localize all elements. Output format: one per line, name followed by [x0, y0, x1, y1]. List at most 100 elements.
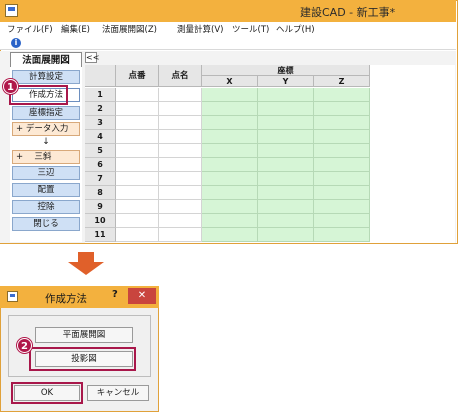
row-number[interactable]: 10 [85, 214, 116, 228]
cell-x[interactable] [202, 214, 258, 228]
help-icon[interactable]: ? [112, 289, 118, 300]
cell-point-no[interactable] [116, 116, 159, 130]
deduct-button[interactable]: 控除 [12, 200, 80, 214]
row-number[interactable]: 9 [85, 200, 116, 214]
triangle-method-button[interactable]: + 三斜 [12, 150, 80, 164]
place-button[interactable]: 配置 [12, 183, 80, 197]
cell-z[interactable] [314, 228, 370, 242]
cell-x[interactable] [202, 102, 258, 116]
menu-survey-calc[interactable]: 測量計算(V) [177, 23, 223, 35]
cell-point-no[interactable] [116, 88, 159, 102]
cell-point-no[interactable] [116, 172, 159, 186]
cell-y[interactable] [258, 200, 314, 214]
three-sides-button[interactable]: 三辺 [12, 166, 80, 180]
cell-x[interactable] [202, 116, 258, 130]
cell-x[interactable] [202, 158, 258, 172]
cell-point-name[interactable] [159, 144, 202, 158]
cell-point-name[interactable] [159, 172, 202, 186]
cell-point-name[interactable] [159, 102, 202, 116]
cell-point-name[interactable] [159, 200, 202, 214]
cell-y[interactable] [258, 158, 314, 172]
cell-point-no[interactable] [116, 130, 159, 144]
cell-y[interactable] [258, 214, 314, 228]
header-point-no[interactable]: 点番 [116, 65, 159, 87]
window-title: 建設CAD - 新工事* [300, 6, 396, 19]
cell-point-no[interactable] [116, 144, 159, 158]
highlight-projection [29, 347, 136, 371]
toolbar [0, 36, 456, 50]
cell-x[interactable] [202, 130, 258, 144]
cell-x[interactable] [202, 88, 258, 102]
cell-x[interactable] [202, 144, 258, 158]
data-input-button[interactable]: + データ入力 [12, 122, 80, 136]
cell-z[interactable] [314, 200, 370, 214]
plan-development-button[interactable]: 平面展開図 [35, 327, 133, 343]
menu-slope-development[interactable]: 法面展開図(Z) [102, 23, 157, 35]
cell-y[interactable] [258, 130, 314, 144]
dialog-title: 作成方法 [45, 293, 87, 305]
cell-point-name[interactable] [159, 88, 202, 102]
cell-point-name[interactable] [159, 228, 202, 242]
menu-help[interactable]: ヘルプ(H) [276, 23, 315, 35]
row-number[interactable]: 4 [85, 130, 116, 144]
row-number[interactable]: 7 [85, 172, 116, 186]
menu-tools[interactable]: ツール(T) [232, 23, 269, 35]
menu-file[interactable]: ファイル(F) [7, 23, 53, 35]
cell-z[interactable] [314, 144, 370, 158]
cell-point-no[interactable] [116, 214, 159, 228]
cell-point-name[interactable] [159, 116, 202, 130]
row-number[interactable]: 1 [85, 88, 116, 102]
cell-x[interactable] [202, 186, 258, 200]
row-number[interactable]: 8 [85, 186, 116, 200]
cell-y[interactable] [258, 186, 314, 200]
cell-y[interactable] [258, 116, 314, 130]
cell-y[interactable] [258, 88, 314, 102]
cell-y[interactable] [258, 102, 314, 116]
info-icon[interactable]: i [11, 38, 21, 48]
flow-arrow-icon: ↓ [42, 137, 50, 147]
cell-z[interactable] [314, 172, 370, 186]
cell-z[interactable] [314, 88, 370, 102]
row-number[interactable]: 5 [85, 144, 116, 158]
tab-slope-development[interactable]: 法面展開図 [10, 52, 82, 67]
cell-point-no[interactable] [116, 158, 159, 172]
cancel-button[interactable]: キャンセル [87, 385, 149, 401]
row-number[interactable]: 3 [85, 116, 116, 130]
cell-z[interactable] [314, 130, 370, 144]
cell-point-no[interactable] [116, 186, 159, 200]
cell-x[interactable] [202, 200, 258, 214]
header-y[interactable]: Y [258, 76, 314, 87]
cell-z[interactable] [314, 186, 370, 200]
row-number[interactable]: 6 [85, 158, 116, 172]
cell-point-name[interactable] [159, 158, 202, 172]
row-number[interactable]: 2 [85, 102, 116, 116]
callout-badge-2: 2 [17, 338, 32, 353]
header-z[interactable]: Z [314, 76, 370, 87]
row-number[interactable]: 11 [85, 228, 116, 242]
dialog-app-icon [7, 291, 18, 302]
close-button[interactable]: 閉じる [12, 217, 80, 231]
menu-edit[interactable]: 編集(E) [61, 23, 90, 35]
coordinate-spec-button[interactable]: 座標指定 [12, 106, 80, 120]
cell-z[interactable] [314, 116, 370, 130]
calc-settings-button[interactable]: 計算設定 [12, 70, 80, 84]
cell-z[interactable] [314, 158, 370, 172]
cell-y[interactable] [258, 144, 314, 158]
cell-z[interactable] [314, 214, 370, 228]
cell-y[interactable] [258, 228, 314, 242]
collapse-panel-button[interactable]: << [85, 52, 99, 63]
cell-point-no[interactable] [116, 200, 159, 214]
cell-point-no[interactable] [116, 228, 159, 242]
down-arrow-icon [78, 252, 94, 262]
header-point-name[interactable]: 点名 [159, 65, 202, 87]
cell-point-name[interactable] [159, 186, 202, 200]
cell-x[interactable] [202, 172, 258, 186]
cell-y[interactable] [258, 172, 314, 186]
header-x[interactable]: X [202, 76, 258, 87]
cell-point-name[interactable] [159, 130, 202, 144]
cell-z[interactable] [314, 102, 370, 116]
cell-point-name[interactable] [159, 214, 202, 228]
cell-x[interactable] [202, 228, 258, 242]
close-icon[interactable]: ✕ [128, 288, 156, 304]
cell-point-no[interactable] [116, 102, 159, 116]
